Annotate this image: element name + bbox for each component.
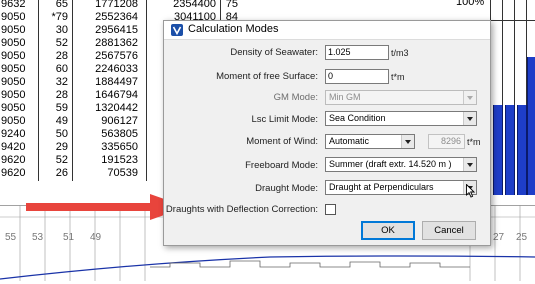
axis-label: 27: [493, 232, 505, 243]
percent-label: 100%: [456, 0, 485, 8]
mouse-cursor-icon: [466, 184, 475, 198]
table-cell: 9050: [1, 63, 26, 75]
dialog-titlebar[interactable]: Calculation Modes: [164, 21, 490, 40]
moment-free-surface-value: 0: [328, 71, 334, 81]
density-label: Density of Seawater:: [230, 47, 318, 58]
table-cell: 28: [55, 89, 68, 101]
chevron-down-icon: [463, 158, 476, 171]
table-cell: 906127: [101, 115, 138, 127]
gm-mode-select[interactable]: Min GM: [325, 90, 477, 105]
moment-free-surface-label: Moment of free Surface:: [216, 71, 318, 82]
table-cell: 1884497: [95, 76, 138, 88]
draught-mode-value: Draught at Perpendiculars: [329, 182, 434, 192]
table-cell: 335650: [101, 141, 138, 153]
density-unit: t/m3: [391, 48, 409, 58]
table-cell: 9632: [1, 0, 26, 10]
lsc-limit-mode-label: Lsc Limit Mode:: [251, 114, 318, 125]
gm-mode-value: Min GM: [329, 92, 361, 102]
axis-label: 55: [5, 232, 17, 243]
ok-button[interactable]: OK: [361, 221, 415, 240]
draught-mode-select[interactable]: Draught at Perpendiculars: [325, 180, 477, 195]
table-cell: 9050: [1, 76, 26, 88]
draught-mode-label: Draught Mode:: [255, 183, 318, 194]
deflection-correction-label: Draughts with Deflection Correction:: [165, 204, 318, 215]
moment-of-wind-number-value: 8296: [440, 136, 461, 146]
table-cell: 29: [55, 141, 68, 153]
table-cell: 9420: [1, 141, 26, 153]
table-cell: 1771208: [95, 0, 138, 10]
dialog-title: Calculation Modes: [188, 23, 279, 35]
table-cell: 52: [55, 154, 68, 166]
table-cell: 2246033: [95, 63, 138, 75]
table-cell: 75: [225, 0, 238, 10]
chevron-down-icon: [463, 91, 476, 104]
table-cell: 1646794: [95, 89, 138, 101]
table-cell: 563805: [101, 128, 138, 140]
table-cell: 191523: [101, 154, 138, 166]
density-input[interactable]: 1.025: [325, 45, 389, 60]
moment-of-wind-select[interactable]: Automatic: [325, 134, 415, 149]
table-cell: 9050: [1, 115, 26, 127]
moment-of-wind-number: 8296: [428, 134, 465, 149]
table-cell: 65: [55, 0, 68, 10]
table-cell: 52: [55, 37, 68, 49]
bar: [517, 105, 527, 195]
table-cell: 60: [55, 63, 68, 75]
table-cell: 9050: [1, 102, 26, 114]
gm-mode-label: GM Mode:: [273, 92, 318, 103]
app-logo-icon: [171, 24, 183, 36]
moment-of-wind-unit: t*m: [467, 137, 481, 147]
table-cell: 2567576: [95, 50, 138, 62]
table-cell: 70539: [107, 167, 138, 179]
chevron-down-icon: [401, 135, 414, 148]
axis-label: 51: [63, 232, 75, 243]
chevron-down-icon: [463, 112, 476, 125]
table-cell: 9050: [1, 24, 26, 36]
table-cell: 1320442: [95, 102, 138, 114]
table-row: 9632 65 1771208 2354400 75: [0, 0, 245, 11]
table-cell: 2956415: [95, 24, 138, 36]
table-cell: 9050: [1, 89, 26, 101]
axis-label: 25: [516, 232, 528, 243]
table-cell: 9050: [1, 37, 26, 49]
table-cell: 50: [55, 128, 68, 140]
bar: [505, 105, 515, 195]
table-cell: 9620: [1, 167, 26, 179]
bar: [527, 57, 535, 195]
axis-label: 49: [90, 232, 102, 243]
column-divider: [38, 0, 39, 181]
table-cell: 2354400: [173, 0, 216, 10]
column-divider: [146, 0, 147, 181]
moment-free-surface-unit: t*m: [391, 72, 405, 82]
table-cell: 9620: [1, 154, 26, 166]
axis-label: 53: [32, 232, 44, 243]
lsc-limit-mode-select[interactable]: Sea Condition: [325, 111, 477, 126]
cancel-button[interactable]: Cancel: [422, 221, 476, 240]
table-cell: 2881362: [95, 37, 138, 49]
table-cell: 9050: [1, 11, 26, 23]
density-value: 1.025: [328, 47, 351, 57]
table-cell: 28: [55, 50, 68, 62]
table-cell: 2552364: [95, 11, 138, 23]
deflection-correction-checkbox[interactable]: [325, 204, 336, 215]
freeboard-mode-select[interactable]: Summer (draft extr. 14.520 m ): [325, 157, 477, 172]
table-cell: 49: [55, 115, 68, 127]
table-cell: 9240: [1, 128, 26, 140]
freeboard-mode-label: Freeboard Mode:: [245, 160, 318, 171]
lsc-limit-mode-value: Sea Condition: [329, 113, 386, 123]
table-cell: 9050: [1, 50, 26, 62]
table-cell: 30: [55, 24, 68, 36]
column-divider: [72, 0, 73, 181]
moment-of-wind-label: Moment of Wind:: [246, 136, 318, 147]
moment-of-wind-value: Automatic: [329, 136, 370, 146]
table-cell: 26: [55, 167, 68, 179]
bar: [493, 105, 503, 195]
moment-free-surface-input[interactable]: 0: [325, 69, 389, 84]
table-cell: 32: [55, 76, 68, 88]
table-cell: *79: [51, 11, 68, 23]
freeboard-mode-value: Summer (draft extr. 14.520 m ): [329, 159, 452, 169]
calculation-modes-dialog: Calculation Modes Density of Seawater: 1…: [163, 20, 491, 246]
table-cell: 59: [55, 102, 68, 114]
